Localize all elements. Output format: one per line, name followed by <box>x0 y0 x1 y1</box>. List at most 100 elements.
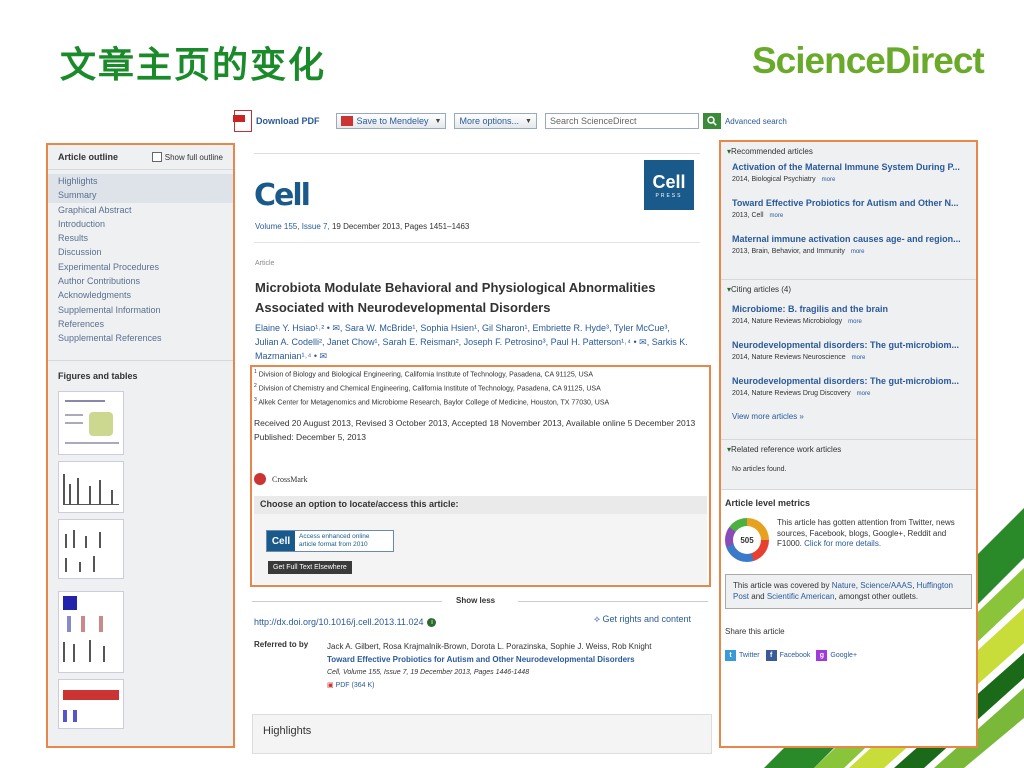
referred-pdf-link[interactable]: ▣ PDF (364 K) <box>327 679 707 692</box>
referred-authors: Jack A. Gilbert, Rosa Krajmalnik-Brown, … <box>327 642 652 651</box>
article-link[interactable]: Neurodevelopmental disorders: The gut-mi… <box>732 340 966 350</box>
article-meta: 2013, Brain, Behavior, and Immunity more <box>732 248 865 255</box>
search-button[interactable] <box>702 113 721 129</box>
nature-link[interactable]: Nature <box>832 581 856 590</box>
outline-header: Article outline Show full outline <box>48 145 233 170</box>
slide: 文章主页的变化 ScienceDirect Download PDF Save … <box>0 0 1024 768</box>
advanced-search-link[interactable]: Advanced search <box>725 117 787 126</box>
crossmark-icon <box>254 473 266 485</box>
citing-heading[interactable]: Citing articles (4) <box>727 285 966 294</box>
save-to-mendeley-button[interactable]: Save to Mendeley ▼ <box>335 113 447 129</box>
altmetric-badge-icon[interactable]: 505 <box>725 518 769 562</box>
outline-item-author-contributions[interactable]: Author Contributions <box>48 274 233 288</box>
figure-thumbnail[interactable] <box>58 390 124 455</box>
article-dates: Received 20 August 2013, Revised 3 Octob… <box>254 416 699 444</box>
show-less-label[interactable]: Show less <box>456 596 495 605</box>
access-options-heading: Choose an option to locate/access this a… <box>254 496 707 514</box>
pdf-icon: ▣ <box>327 682 334 689</box>
article-type: Article <box>255 260 275 267</box>
twitter-icon[interactable]: t <box>725 650 736 661</box>
article-link[interactable]: Neurodevelopmental disorders: The gut-mi… <box>732 376 966 386</box>
outline-item-references[interactable]: References <box>48 317 233 331</box>
googleplus-icon[interactable]: g <box>816 650 828 661</box>
history-dates: Received 20 August 2013, Revised 3 Octob… <box>254 418 696 428</box>
more-link[interactable]: more <box>848 319 862 325</box>
info-icon[interactable]: i <box>427 617 437 627</box>
more-link[interactable]: more <box>851 249 865 255</box>
outline-item-results[interactable]: Results <box>48 231 233 245</box>
author-list[interactable]: Elaine Y. Hsiao¹˒² • ✉, Sara W. McBride¹… <box>255 321 695 363</box>
googleplus-share-link[interactable]: Google+ <box>830 652 857 659</box>
show-less-toggle[interactable]: Show less <box>252 595 710 607</box>
referred-by-label: Referred to by <box>254 640 309 649</box>
cell-press-logo[interactable]: Cell PRESS <box>644 160 694 210</box>
figure-thumbnail[interactable] <box>58 518 124 579</box>
journal-title[interactable]: Cell <box>254 178 311 213</box>
more-options-button[interactable]: More options... ▼ <box>454 113 537 129</box>
recommended-heading[interactable]: Recommended articles <box>727 147 966 156</box>
chevron-down-icon: ▼ <box>434 117 442 125</box>
doi-url[interactable]: http://dx.doi.org/10.1016/j.cell.2013.11… <box>254 617 423 627</box>
cell-press-logo-sub: PRESS <box>655 192 683 199</box>
facebook-icon[interactable]: f <box>765 650 777 661</box>
more-link[interactable]: more <box>857 391 871 397</box>
article-link[interactable]: Toward Effective Probiotics for Autism a… <box>732 198 966 208</box>
science-link[interactable]: Science/AAAS <box>860 581 912 590</box>
doi-link[interactable]: http://dx.doi.org/10.1016/j.cell.2013.11… <box>254 617 437 627</box>
twitter-share-link[interactable]: Twitter <box>739 652 760 659</box>
volume-link[interactable]: Volume 155, Issue 7, <box>255 222 330 231</box>
outline-list: Highlights Summary Graphical Abstract In… <box>48 170 233 346</box>
article-meta: 2014, Nature Reviews Drug Discovery more <box>732 390 871 397</box>
get-full-text-button[interactable]: Get Full Text Elsewhere <box>268 561 352 574</box>
search-input[interactable]: Search ScienceDirect <box>544 113 699 129</box>
article-info-box: 1 Division of Biology and Biological Eng… <box>250 365 711 587</box>
related-heading[interactable]: Related reference work articles <box>727 445 966 454</box>
outline-item-experimental-procedures[interactable]: Experimental Procedures <box>48 260 233 274</box>
outline-item-introduction[interactable]: Introduction <box>48 217 233 231</box>
figures-tables-heading: Figures and tables <box>48 359 233 389</box>
rights-icon: ⟡ <box>594 614 600 624</box>
facebook-share-link[interactable]: Facebook <box>780 652 811 659</box>
article-title: Microbiota Modulate Behavioral and Physi… <box>255 280 656 315</box>
article-metrics: Article level metrics 505 This article h… <box>721 490 976 669</box>
rights-link[interactable]: ⟡ Get rights and content <box>594 614 691 625</box>
list-item: Neurodevelopmental disorders: The gut-mi… <box>727 376 966 397</box>
figure-thumbnail[interactable] <box>58 460 124 513</box>
show-full-outline-checkbox[interactable]: Show full outline <box>151 152 223 162</box>
related-reference-work: Related reference work articles No artic… <box>721 440 976 490</box>
outline-item-graphical-abstract[interactable]: Graphical Abstract <box>48 203 233 217</box>
outline-item-supplemental-information[interactable]: Supplemental Information <box>48 303 233 317</box>
outline-item-discussion[interactable]: Discussion <box>48 245 233 259</box>
divider <box>518 601 708 602</box>
outline-item-highlights[interactable]: Highlights <box>48 174 233 189</box>
more-options-label: More options... <box>459 116 520 126</box>
figure-thumbnail[interactable] <box>58 590 124 673</box>
altmetric-score: 505 <box>733 526 761 554</box>
outline-item-acknowledgments[interactable]: Acknowledgments <box>48 288 233 302</box>
outline-item-summary[interactable]: Summary <box>48 188 233 203</box>
checkbox-box[interactable] <box>151 152 162 162</box>
article-link[interactable]: Maternal immune activation causes age- a… <box>732 234 966 244</box>
scientific-american-link[interactable]: Scientific American <box>767 592 835 601</box>
view-more-articles-link[interactable]: View more articles » <box>727 412 966 421</box>
article-meta: 2014, Nature Reviews Neuroscience more <box>732 354 866 361</box>
cell-enhanced-access-button[interactable]: Cell Access enhanced online article forma… <box>266 530 394 552</box>
referred-title-link[interactable]: Toward Effective Probiotics for Autism a… <box>327 653 707 666</box>
cell-logo-small: Cell <box>267 531 295 551</box>
article-link[interactable]: Activation of the Maternal Immune System… <box>732 162 966 172</box>
download-pdf-link[interactable]: Download PDF <box>256 116 320 126</box>
more-link[interactable]: more <box>770 213 784 219</box>
save-to-mendeley-label: Save to Mendeley <box>356 116 429 126</box>
divider <box>254 242 700 243</box>
slide-title: 文章主页的变化 <box>60 45 327 86</box>
more-link[interactable]: more <box>822 177 836 183</box>
figure-thumbnail[interactable] <box>58 678 124 729</box>
metrics-details-link[interactable]: Click for more details. <box>804 539 881 548</box>
published-date: Published: December 5, 2013 <box>254 432 366 442</box>
outline-item-supplemental-references[interactable]: Supplemental References <box>48 331 233 345</box>
more-link[interactable]: more <box>852 355 866 361</box>
crossmark-badge[interactable]: CrossMark <box>254 473 308 485</box>
article-link[interactable]: Microbiome: B. fragilis and the brain <box>732 304 966 314</box>
sidebar-right: Recommended articles Activation of the M… <box>719 140 978 748</box>
referred-citation: Cell, Volume 155, Issue 7, 19 December 2… <box>327 669 530 676</box>
